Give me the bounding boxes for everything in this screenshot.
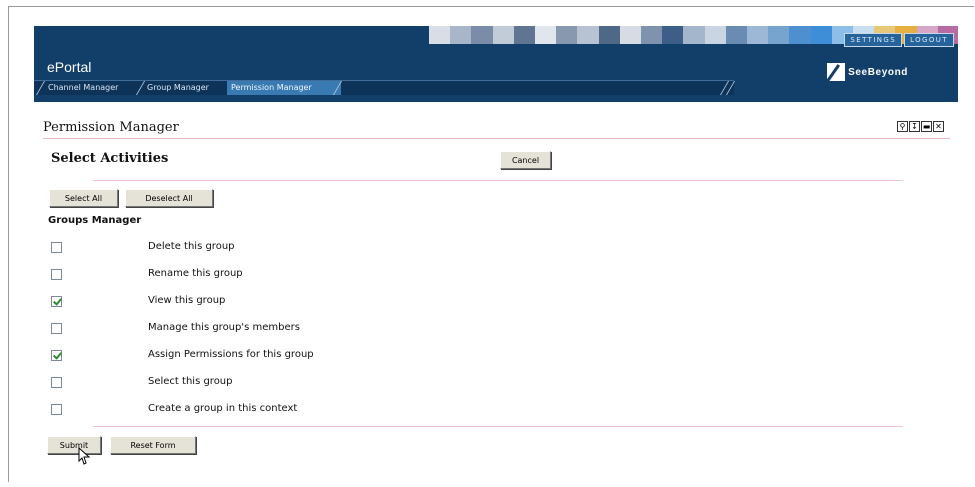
strip-segment (429, 26, 451, 44)
tab-permission-manager[interactable]: Permission Manager (227, 81, 341, 95)
permission-label: View this group (148, 295, 226, 306)
strip-segment (725, 26, 748, 44)
strip-segment (768, 26, 791, 44)
restore-icon[interactable]: ▬ (921, 121, 932, 132)
settings-link[interactable]: SETTINGS (844, 33, 903, 47)
strip-segment (598, 26, 621, 44)
group-title: Groups Manager (48, 215, 142, 226)
strip-segment (535, 26, 557, 44)
permission-row: Select this group (51, 376, 451, 391)
strip-segment (513, 26, 536, 44)
submit-button[interactable]: Submit (47, 436, 101, 454)
permission-label: Create a group in this context (148, 403, 298, 414)
cancel-button[interactable]: Cancel (500, 151, 551, 169)
tab-channel-manager[interactable]: Channel Manager (44, 81, 138, 95)
permission-label: Assign Permissions for this group (148, 349, 314, 360)
permission-label: Rename this group (148, 268, 243, 279)
strip-segment (641, 26, 663, 44)
permission-row: Rename this group (51, 268, 451, 283)
strip-segment (747, 26, 769, 44)
permission-row: Create a group in this context (51, 403, 451, 418)
strip-segment (450, 26, 473, 44)
permission-row: View this group (51, 295, 451, 310)
mouse-cursor-icon (78, 447, 91, 465)
permission-label: Select this group (148, 376, 233, 387)
permission-row: Delete this group (51, 241, 451, 256)
strip-segment (810, 26, 833, 44)
section-title: Select Activities (51, 151, 169, 166)
strip-segment (789, 26, 812, 44)
select-all-button[interactable]: Select All (49, 189, 118, 207)
page-title: Permission Manager (43, 120, 179, 135)
strip-segment (556, 26, 579, 44)
permission-row: Assign Permissions for this group (51, 349, 451, 364)
section-divider (93, 426, 903, 427)
permission-row: Manage this group's members (51, 322, 451, 337)
strip-segment (683, 26, 706, 44)
top-links: SETTINGS LOGOUT (844, 33, 954, 47)
logout-link[interactable]: LOGOUT (904, 33, 954, 47)
permission-checkbox[interactable] (51, 269, 62, 280)
strip-segment (577, 26, 600, 44)
permission-checkbox[interactable] (51, 323, 62, 334)
strip-segment (471, 26, 494, 44)
permission-label: Delete this group (148, 241, 235, 252)
title-divider (43, 138, 950, 139)
tab-bar: Channel Manager Group Manager Permission… (34, 80, 736, 95)
strip-segment (704, 26, 727, 44)
portal-header: SETTINGS LOGOUT ePortal Channel Manager … (34, 26, 958, 102)
download-icon[interactable]: ↧ (909, 121, 920, 132)
strip-segment (662, 26, 685, 44)
strip-segment (492, 26, 515, 44)
logo-text: SeeBeyond (848, 66, 908, 78)
permission-checkbox[interactable] (51, 242, 62, 253)
deselect-all-button[interactable]: Deselect All (125, 189, 213, 207)
permission-checkbox[interactable] (51, 296, 62, 307)
reset-form-button[interactable]: Reset Form (110, 436, 196, 454)
permission-checkbox[interactable] (51, 404, 62, 415)
section-divider (93, 180, 903, 181)
seebeyond-logo: SeeBeyond (827, 63, 908, 81)
permission-checkbox[interactable] (51, 350, 62, 361)
permission-checkbox[interactable] (51, 377, 62, 388)
strip-segment (619, 26, 642, 44)
permission-label: Manage this group's members (148, 322, 300, 333)
brand-title: ePortal (47, 59, 92, 75)
window-controls: ⚲ ↧ ▬ ✕ (897, 121, 944, 132)
logo-mark-icon (827, 63, 846, 81)
tab-group-manager[interactable]: Group Manager (143, 81, 231, 95)
close-icon[interactable]: ✕ (933, 121, 944, 132)
search-icon[interactable]: ⚲ (897, 121, 908, 132)
